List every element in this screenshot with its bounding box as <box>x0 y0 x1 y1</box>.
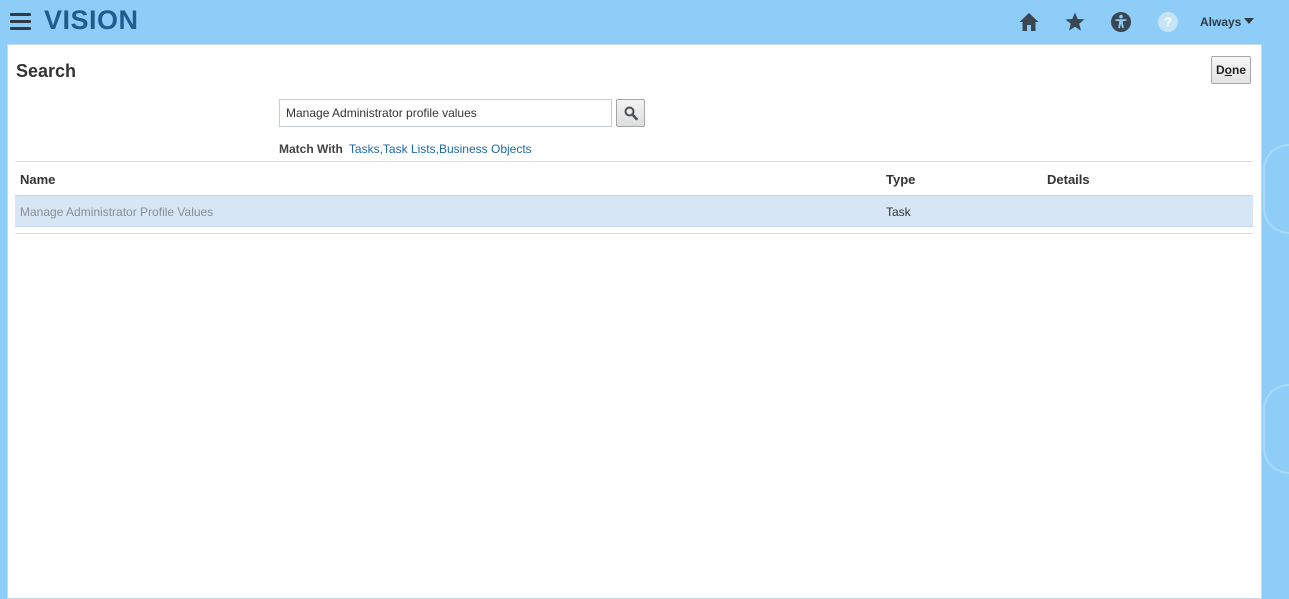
search-icon <box>624 106 638 121</box>
app-logo: VISION <box>44 5 139 35</box>
search-button[interactable] <box>616 99 645 127</box>
accessibility-icon[interactable] <box>1110 11 1132 33</box>
table-row[interactable]: Manage Administrator Profile Values Task <box>15 195 1253 227</box>
divider <box>15 233 1253 234</box>
search-input[interactable] <box>279 99 612 127</box>
background-strip <box>1262 44 1289 599</box>
hamburger-menu-icon[interactable] <box>10 13 31 31</box>
match-with: Match With Tasks,Task Lists,Business Obje… <box>279 142 532 156</box>
top-bar: VISION ? Always <box>0 0 1289 44</box>
match-with-label: Match With <box>279 142 343 156</box>
done-mnemonic: o <box>1224 63 1232 77</box>
page-title: Search <box>16 61 77 81</box>
row-name[interactable]: Manage Administrator Profile Values <box>20 205 213 219</box>
row-type: Task <box>886 205 911 219</box>
divider <box>15 161 1253 162</box>
match-option-tasks[interactable]: Tasks <box>349 142 380 156</box>
column-header-details[interactable]: Details <box>1047 172 1090 187</box>
user-menu-label: Always <box>1200 15 1242 29</box>
column-header-name[interactable]: Name <box>20 172 55 187</box>
match-option-task-lists[interactable]: Task Lists <box>383 142 436 156</box>
star-icon[interactable] <box>1064 11 1086 33</box>
user-menu[interactable]: Always <box>1200 15 1255 29</box>
search-panel: Search Done Match WithTasks,Task Lists,B… <box>7 44 1262 599</box>
done-button[interactable]: Done <box>1211 56 1251 84</box>
home-icon[interactable] <box>1018 11 1040 33</box>
caret-down-icon <box>1244 18 1255 24</box>
match-option-business-objects[interactable]: Business Objects <box>439 142 532 156</box>
svg-text:?: ? <box>1164 15 1172 30</box>
help-icon[interactable]: ? <box>1157 11 1179 33</box>
column-header-type[interactable]: Type <box>886 172 915 187</box>
